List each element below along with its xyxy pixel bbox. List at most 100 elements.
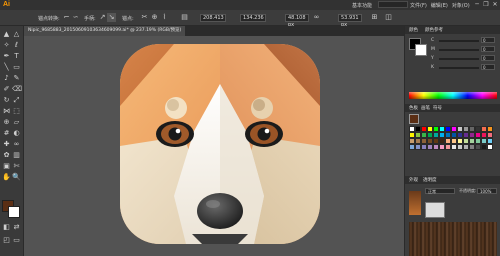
magic-wand-tool-icon[interactable]: ✧ [2, 41, 11, 50]
swatch-55[interactable] [487, 144, 493, 150]
blend-mode-dropdown[interactable]: 正常 [425, 188, 455, 194]
channel-m-value[interactable]: 0 [481, 46, 495, 52]
connect-anchor-icon[interactable]: ⊕ [150, 13, 159, 22]
channel-m-track[interactable] [439, 49, 479, 51]
rectangle-tool-icon[interactable]: ▭ [12, 63, 21, 72]
menu-item-object[interactable]: 对象(O) [452, 2, 470, 9]
tab-transparency[interactable]: 透明度 [423, 177, 437, 183]
opacity-field[interactable]: 100% [477, 188, 497, 194]
slider-k[interactable]: K 0 [431, 64, 499, 70]
close-icon[interactable]: ✕ [492, 1, 498, 8]
draw-mode-icon[interactable]: ◰ [2, 236, 11, 245]
menu-item-file[interactable]: 文件(F) [410, 2, 427, 9]
artboard-canvas[interactable] [24, 36, 404, 256]
channel-c-value[interactable]: 0 [481, 37, 495, 43]
transform-icon[interactable]: ⊞ [370, 13, 379, 22]
pen-tool-icon[interactable]: ✒ [2, 52, 11, 61]
type-tool-icon[interactable]: T [12, 52, 21, 61]
direct-selection-tool-icon[interactable]: △ [12, 30, 21, 39]
lasso-tool-icon[interactable]: ℓ [12, 41, 21, 50]
line-tool-icon[interactable]: ╲ [2, 63, 11, 72]
perspective-tool-icon[interactable]: ▱ [12, 118, 21, 127]
window-controls: ─ ❐ ✕ [474, 1, 498, 8]
pencil-tool-icon[interactable]: ✎ [12, 74, 21, 83]
isolate-icon[interactable]: ◫ [384, 13, 393, 22]
control-bar: 锚点 转换: ⌐ ∽ 手柄: ↗ ↘ 锚点: ✂ ⊕ ⌇ ▤ 208.413 1… [0, 10, 500, 28]
blend-tool-icon[interactable]: ∞ [12, 140, 21, 149]
opacity-mask-thumbnail[interactable] [425, 202, 445, 218]
blob-brush-tool-icon[interactable]: ✐ [2, 85, 11, 94]
app-logo: Ai [3, 1, 10, 8]
gradient-tool-icon[interactable]: ◐ [12, 129, 21, 138]
x-field[interactable]: 208.413 [200, 14, 226, 22]
channel-m-label: M [431, 47, 435, 52]
tab-color[interactable]: 颜色 [409, 27, 418, 33]
color-panel-stroke-swatch[interactable] [415, 44, 427, 56]
stroke-color-swatch[interactable] [8, 206, 20, 218]
column-graph-tool-icon[interactable]: ▥ [12, 151, 21, 160]
active-swatch[interactable] [409, 114, 419, 124]
selection-tool-icon[interactable]: ▲ [2, 30, 11, 39]
hide-handles-icon[interactable]: ↘ [107, 13, 116, 22]
eyedropper-tool-icon[interactable]: ✚ [2, 140, 11, 149]
convert-label: 转换: [48, 16, 60, 22]
tab-appearance[interactable]: 外观 [409, 177, 418, 183]
slider-c[interactable]: C 0 [431, 37, 499, 43]
tab-color-guide[interactable]: 颜色参考 [425, 27, 443, 33]
convert-smooth-icon[interactable]: ∽ [71, 13, 80, 22]
convert-corner-icon[interactable]: ⌐ [62, 13, 71, 22]
main-menu: 文件(F) 编辑(E) 对象(O) [410, 2, 470, 9]
mesh-tool-icon[interactable]: # [2, 129, 11, 138]
slider-m[interactable]: M 0 [431, 46, 499, 52]
color-panel-tabs: 颜色 颜色参考 [405, 26, 500, 34]
show-handles-icon[interactable]: ↗ [98, 13, 107, 22]
minimize-icon[interactable]: ─ [474, 1, 480, 8]
cut-path-icon[interactable]: ⌇ [160, 13, 169, 22]
tab-swatches[interactable]: 色板 [409, 105, 418, 111]
menu-bar: Ai 基本功能 文件(F) 编辑(E) 对象(O) ─ ❐ ✕ [0, 0, 500, 10]
link-icon[interactable]: ∞ [312, 13, 321, 22]
slice-tool-icon[interactable]: ✄ [12, 162, 21, 171]
anchor-point-label: 锚点 [38, 16, 49, 22]
right-panels: 颜色 颜色参考 C 0 M 0 Y 0 K 0 色板 画笔 符号 外观 透明度 … [404, 26, 500, 256]
zoom-tool-icon[interactable]: 🔍 [12, 173, 21, 182]
shape-builder-tool-icon[interactable]: ⊕ [2, 118, 11, 127]
handles-label: 手柄: [84, 16, 96, 22]
paintbrush-tool-icon[interactable]: ♪ [2, 74, 11, 83]
y-field[interactable]: 134.236 [240, 14, 266, 22]
channel-c-track[interactable] [439, 40, 479, 42]
channel-y-value[interactable]: 0 [481, 55, 495, 61]
tab-brushes[interactable]: 画笔 [421, 105, 430, 111]
default-colors-icon[interactable]: ◧ [2, 223, 11, 232]
width-field[interactable]: 48.108 px [285, 14, 309, 28]
channel-c-label: C [431, 38, 435, 43]
menu-item-edit[interactable]: 编辑(E) [431, 2, 448, 9]
channel-y-track[interactable] [439, 58, 479, 60]
symbol-sprayer-tool-icon[interactable]: ✿ [2, 151, 11, 160]
slider-y[interactable]: Y 0 [431, 55, 499, 61]
gradient-swatch-preview [409, 191, 421, 215]
eraser-tool-icon[interactable]: ⌫ [12, 85, 22, 94]
screen-mode-icon[interactable]: ▭ [12, 236, 21, 245]
hand-tool-icon[interactable]: ✋ [2, 173, 11, 182]
tab-symbols[interactable]: 符号 [433, 105, 442, 111]
scale-tool-icon[interactable]: ⤢ [12, 96, 21, 105]
appearance-panel-tabs: 外观 透明度 [405, 176, 500, 184]
dog-face-artwork [120, 44, 320, 244]
rotate-tool-icon[interactable]: ↻ [2, 96, 11, 105]
swap-colors-icon[interactable]: ⇄ [12, 223, 21, 232]
width-tool-icon[interactable]: ⋈ [2, 107, 11, 116]
workspace-switcher[interactable]: 基本功能 [352, 2, 372, 9]
search-input[interactable] [378, 1, 408, 8]
channel-k-track[interactable] [439, 67, 479, 69]
wood-texture-preview [409, 222, 497, 256]
anchor-label: 锚点: [122, 16, 134, 22]
restore-icon[interactable]: ❐ [483, 1, 489, 8]
height-field[interactable]: 53.931 px [338, 14, 362, 28]
channel-k-value[interactable]: 0 [481, 64, 495, 70]
align-icon[interactable]: ▤ [180, 13, 189, 22]
document-tab[interactable]: Nipic_9685883_20150609103634609099.ai* @… [24, 26, 186, 36]
free-transform-tool-icon[interactable]: ⬚ [12, 107, 21, 116]
remove-anchor-icon[interactable]: ✂ [140, 13, 149, 22]
artboard-tool-icon[interactable]: ▣ [2, 162, 11, 171]
